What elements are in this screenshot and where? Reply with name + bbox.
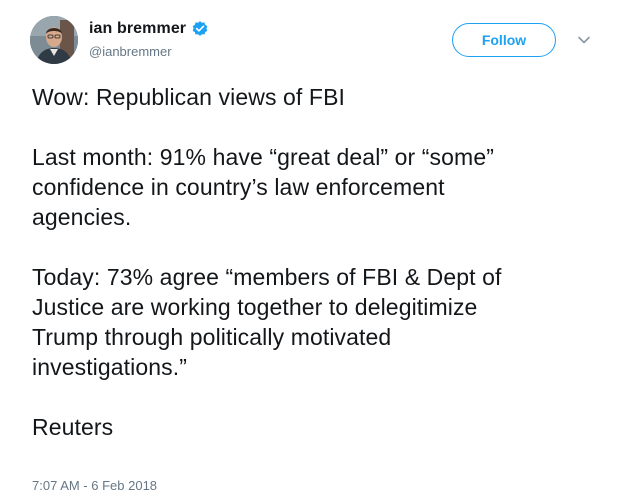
tweet-paragraph: Wow: Republican views of FBI [32,84,345,110]
verified-badge-icon [191,20,209,38]
tweet-header: ian bremmer @ianbremmer Follow [0,0,620,80]
user-handle[interactable]: @ianbremmer [89,44,172,59]
more-options-button[interactable] [574,30,594,50]
display-name[interactable]: ian bremmer [89,20,186,38]
tweet-paragraph: Today: 73% agree “members of FBI & Dept … [32,264,502,380]
tweet-paragraph: Last month: 91% have “great deal” or “so… [32,144,494,230]
chevron-down-icon [578,36,590,44]
profile-photo-icon [30,16,78,64]
follow-button[interactable]: Follow [452,23,556,57]
avatar[interactable] [30,16,78,64]
tweet-timestamp[interactable]: 7:07 AM - 6 Feb 2018 [32,478,157,493]
tweet-text: Wow: Republican views of FBI Last month:… [32,82,607,442]
name-row: ian bremmer [89,20,209,38]
tweet-paragraph: Reuters [32,414,114,440]
